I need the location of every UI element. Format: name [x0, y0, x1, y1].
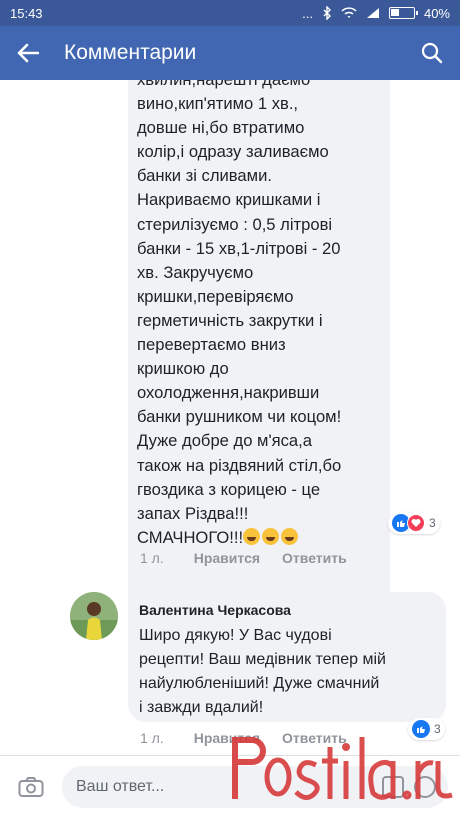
reaction-count: 3 [429, 516, 436, 530]
comment-text: Широ дякую! У Вас чудові рецепти! Ваш ме… [139, 627, 386, 716]
battery-icon [388, 7, 418, 19]
comment-timestamp: 1 л. [140, 550, 164, 566]
comment-timestamp: 1 л. [140, 730, 164, 746]
comment-text-partial-line: хвилин,нарешті даємо [137, 80, 382, 92]
page-title: Комментарии [64, 41, 197, 64]
reply-button[interactable]: Ответить [282, 550, 347, 566]
search-button[interactable] [404, 26, 460, 80]
grinning-emoji-icon [243, 527, 261, 545]
grinning-emoji-icon [281, 527, 299, 545]
bluetooth-icon [323, 6, 331, 20]
like-button[interactable]: Нравится [194, 730, 260, 746]
battery-level: 40% [423, 5, 450, 21]
like-icon [412, 720, 430, 738]
status-indicators: ... 40% [302, 6, 450, 21]
comment-author[interactable]: Валентина Черкасова [139, 602, 436, 618]
reactions-summary[interactable]: 3 [408, 718, 445, 740]
avatar[interactable] [70, 592, 118, 640]
back-button[interactable] [0, 26, 56, 80]
composer-extras [382, 775, 448, 798]
comment-actions: 1 л. Нравится Ответить [140, 730, 347, 746]
reply-placeholder: Ваш ответ... [76, 777, 165, 795]
like-button[interactable]: Нравится [194, 550, 260, 566]
comment-actions: 1 л. Нравится Ответить [140, 550, 347, 566]
status-bar: 15:43 ... 40% [0, 0, 460, 26]
arrow-left-icon [17, 43, 39, 63]
love-icon [407, 514, 425, 532]
app-bar: Комментарии [0, 26, 460, 80]
comment-bubble: хвилин,нарешті даємо вино,кип'ятимо 1 хв… [128, 80, 390, 624]
sticker-icon[interactable] [414, 775, 436, 798]
reply-input[interactable]: Ваш ответ... [62, 765, 448, 808]
camera-button[interactable] [0, 757, 62, 817]
wifi-icon [341, 7, 357, 18]
search-icon [421, 42, 443, 64]
comment-text: вино,кип'ятимо 1 хв., довше ні,бо втрати… [137, 94, 342, 523]
comment-bubble: Валентина Черкасова Широ дякую! У Вас чу… [128, 592, 446, 722]
reply-composer: Ваш ответ... [0, 755, 460, 817]
notification-dots: ... [302, 5, 313, 21]
reaction-count: 3 [434, 722, 441, 736]
comments-thread[interactable]: хвилин,нарешті даємо вино,кип'ятимо 1 хв… [0, 80, 460, 755]
reactions-summary[interactable]: 3 [388, 512, 440, 534]
gif-icon[interactable] [382, 775, 404, 798]
grinning-emoji-icon [262, 527, 280, 545]
camera-icon [18, 776, 44, 797]
status-time: 15:43 [10, 5, 43, 21]
reply-button[interactable]: Ответить [282, 730, 347, 746]
comment-last-line: СМАЧНОГО!!! [137, 526, 382, 550]
signal-icon [366, 8, 379, 18]
